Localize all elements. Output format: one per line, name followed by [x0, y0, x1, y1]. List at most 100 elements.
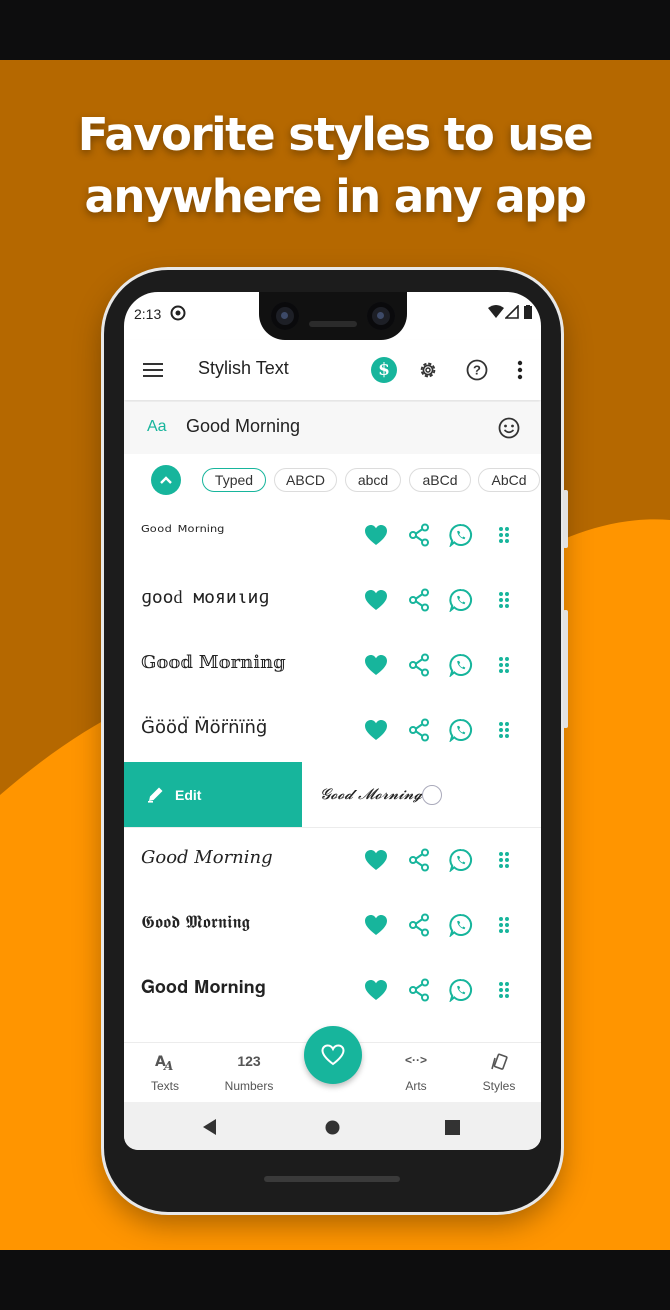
nav-arts[interactable]: <··> Arts: [381, 1043, 451, 1103]
power-button: [563, 490, 568, 548]
battery-icon: [524, 305, 532, 324]
drag-handle-icon[interactable]: [492, 653, 516, 677]
drag-handle-icon[interactable]: [492, 588, 516, 612]
style-preview-text: ɡοοԁ мοяиιиɡ: [141, 587, 270, 608]
pencil-icon: [146, 784, 166, 804]
phone-screen: 2:13 Stylish Text $ ? Aa Good Morning Ty…: [124, 292, 541, 1150]
heart-icon[interactable]: [364, 848, 388, 872]
back-icon[interactable]: [200, 1118, 220, 1136]
smiley-icon[interactable]: [496, 415, 522, 441]
whatsapp-icon[interactable]: [449, 523, 473, 547]
heart-icon[interactable]: [364, 978, 388, 1002]
heart-icon[interactable]: [364, 653, 388, 677]
help-icon[interactable]: ?: [464, 357, 490, 383]
style-row[interactable]: 𝐺𝑜𝑜𝑑 𝑀𝑜𝑟𝑛𝑖𝑛𝑔: [124, 827, 541, 892]
chip-typed[interactable]: Typed: [202, 468, 266, 492]
chevron-up-icon[interactable]: [151, 465, 181, 495]
heart-icon[interactable]: [364, 588, 388, 612]
nav-styles[interactable]: Styles: [464, 1043, 534, 1103]
share-icon[interactable]: [407, 523, 431, 547]
home-icon[interactable]: [322, 1118, 342, 1136]
drag-handle-icon[interactable]: [492, 978, 516, 1002]
arts-icon: <··>: [404, 1053, 427, 1067]
text-input-bar[interactable]: Aa Good Morning: [124, 402, 541, 454]
menu-icon[interactable]: [140, 357, 166, 383]
drag-handle-icon[interactable]: [492, 848, 516, 872]
numbers-icon: 123: [237, 1053, 261, 1069]
text-input[interactable]: Good Morning: [186, 416, 300, 437]
sync-icon: [170, 305, 186, 326]
earpiece: [309, 321, 357, 327]
system-navigation-bar: [124, 1102, 541, 1150]
share-icon[interactable]: [407, 978, 431, 1002]
recents-icon[interactable]: [442, 1118, 462, 1136]
phone-frame: 2:13 Stylish Text $ ? Aa Good Morning Ty…: [104, 270, 568, 1212]
chip-lowercase[interactable]: abcd: [345, 468, 401, 492]
style-preview-text: 𝓖𝓸𝓸𝓭 𝓜𝓸𝓻𝓷𝓲𝓷𝓰: [320, 785, 423, 803]
nav-arts-label: Arts: [405, 1079, 427, 1093]
share-icon[interactable]: [407, 718, 431, 742]
edit-button[interactable]: Edit: [124, 762, 302, 827]
share-icon[interactable]: [407, 588, 431, 612]
app-bar: Stylish Text $ ?: [124, 340, 541, 400]
nav-numbers[interactable]: 123 Numbers: [214, 1043, 284, 1103]
drag-handle-icon[interactable]: [492, 718, 516, 742]
share-icon[interactable]: [407, 848, 431, 872]
dollar-style-icon[interactable]: $: [371, 357, 397, 383]
status-time: 2:13: [134, 306, 162, 322]
style-row[interactable]: 𝕲𝖔𝖔𝖉 𝕸𝖔𝖗𝖓𝖎𝖓𝖌: [124, 892, 541, 957]
style-preview-text: 𝐆𝐨𝐨𝐝 𝐌𝐨𝐫𝐧𝐢𝐧𝐠: [141, 977, 266, 998]
whatsapp-icon[interactable]: [449, 653, 473, 677]
style-row[interactable]: ɡοοԁ мοяиιиɡ: [124, 567, 541, 632]
style-preview-text: ᴳᵒᵒᵈ ᴹᵒʳⁿⁱⁿᵍ: [141, 522, 225, 543]
style-row[interactable]: G̈ööd̈ M̈ör̈n̈ïn̈g̈: [124, 697, 541, 762]
svg-text:A: A: [163, 1059, 173, 1071]
heart-icon[interactable]: [364, 718, 388, 742]
style-row[interactable]: 𝐆𝐨𝐨𝐝 𝐌𝐨𝐫𝐧𝐢𝐧𝐠: [124, 957, 541, 1022]
app-title: Stylish Text: [198, 358, 289, 378]
nav-texts[interactable]: AA Texts: [130, 1043, 200, 1103]
favorites-fab[interactable]: [304, 1026, 362, 1084]
whatsapp-icon[interactable]: [449, 913, 473, 937]
heart-icon[interactable]: [364, 523, 388, 547]
share-icon[interactable]: [407, 913, 431, 937]
svg-text:?: ?: [473, 363, 481, 378]
whatsapp-icon[interactable]: [449, 848, 473, 872]
wifi-icon: [488, 305, 504, 324]
style-preview-text: G̈ööd̈ M̈ör̈n̈ïn̈g̈: [141, 717, 268, 738]
drag-handle-icon[interactable]: [492, 523, 516, 547]
heart-icon[interactable]: [364, 913, 388, 937]
phone-speaker-grill: [264, 1176, 400, 1182]
style-preview-text: 𝐺𝑜𝑜𝑑 𝑀𝑜𝑟𝑛𝑖𝑛𝑔: [141, 847, 273, 868]
drag-handle-icon[interactable]: [492, 913, 516, 937]
chip-titlecase[interactable]: AbCd: [478, 468, 540, 492]
chip-alternating[interactable]: aBCd: [409, 468, 471, 492]
style-row[interactable]: 𝔾𝕠𝕠𝕕 𝕄𝕠𝕣𝕟𝕚𝕟𝕘: [124, 632, 541, 697]
nav-styles-label: Styles: [482, 1079, 516, 1093]
notch: [259, 292, 407, 340]
volume-button: [563, 610, 568, 728]
filter-chips: Typed ABCD abcd aBCd AbCd: [124, 456, 541, 506]
front-camera-icon: [367, 302, 395, 330]
whatsapp-icon[interactable]: [449, 588, 473, 612]
promo-banner: Favorite styles to use anywhere in any a…: [0, 60, 670, 1250]
headline-line-1: Favorite styles to use: [77, 108, 594, 161]
style-preview-text: 𝕲𝖔𝖔𝖉 𝕸𝖔𝖗𝖓𝖎𝖓𝖌: [141, 912, 250, 933]
whatsapp-icon[interactable]: [449, 978, 473, 1002]
nav-numbers-label: Numbers: [224, 1079, 274, 1093]
whatsapp-icon[interactable]: [449, 718, 473, 742]
front-camera-icon: [271, 302, 299, 330]
headline-line-2: anywhere in any app: [84, 170, 587, 223]
nav-texts-label: Texts: [150, 1079, 179, 1093]
radio-icon[interactable]: [422, 785, 442, 805]
share-icon[interactable]: [407, 653, 431, 677]
texts-icon: AA: [130, 1053, 200, 1074]
style-row[interactable]: ᴳᵒᵒᵈ ᴹᵒʳⁿⁱⁿᵍ: [124, 502, 541, 567]
more-vert-icon[interactable]: [507, 357, 533, 383]
chip-uppercase[interactable]: ABCD: [274, 468, 337, 492]
font-style-prefix: Aa: [147, 418, 167, 435]
gear-icon[interactable]: [415, 357, 441, 383]
swiped-row[interactable]: Edit 𝓖𝓸𝓸𝓭 𝓜𝓸𝓻𝓷𝓲𝓷𝓰: [124, 762, 541, 828]
edit-label: Edit: [175, 787, 202, 803]
signal-icon: [504, 304, 519, 324]
